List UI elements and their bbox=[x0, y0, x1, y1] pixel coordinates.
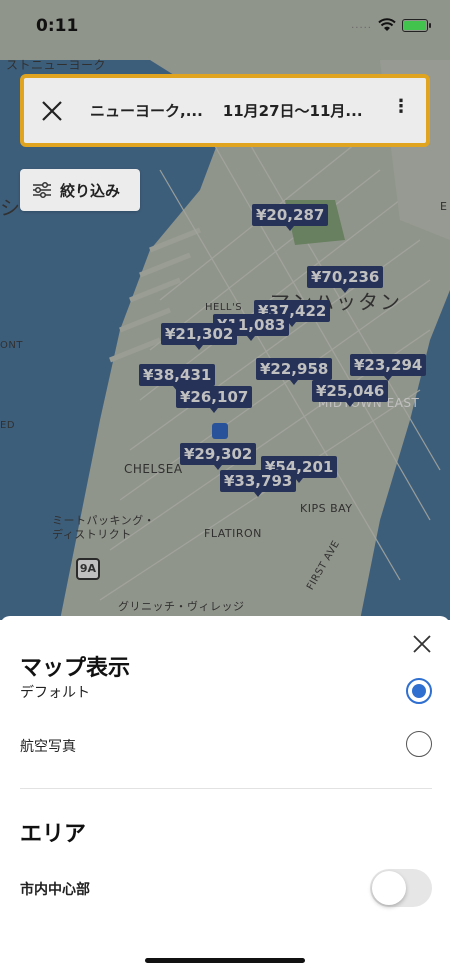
price-marker[interactable]: ¥20,287 bbox=[252, 204, 329, 231]
map-label-edge-e: E bbox=[440, 200, 448, 213]
close-search-button[interactable] bbox=[24, 78, 80, 143]
price-marker[interactable]: ¥22,958 bbox=[256, 358, 333, 385]
option-default-radio[interactable] bbox=[406, 678, 432, 704]
signal-dots-icon: ..... bbox=[351, 19, 372, 31]
option-aerial-label[interactable]: 航空写真 bbox=[20, 736, 76, 756]
option-default-label[interactable]: デフォルト bbox=[20, 682, 90, 702]
home-indicator bbox=[145, 958, 305, 963]
map-label-greenwich: グリニッチ・ヴィレッジ bbox=[118, 600, 245, 613]
area-title: エリア bbox=[20, 822, 87, 847]
map-label-meatpacking: ミートパッキング・ ディストリクト bbox=[52, 514, 156, 541]
filter-sliders-icon bbox=[33, 181, 51, 199]
map-label-edge-shi: シ bbox=[0, 196, 22, 220]
search-location[interactable]: ニューヨーク,... bbox=[90, 100, 203, 121]
price-marker[interactable]: ¥26,107 bbox=[176, 386, 253, 413]
wifi-icon bbox=[378, 18, 396, 31]
map-label-ed: ED bbox=[0, 420, 16, 431]
price-marker[interactable]: ¥38,431 bbox=[139, 364, 216, 391]
status-icons: ..... bbox=[351, 18, 431, 32]
map-label-ont: ONT bbox=[0, 340, 23, 351]
close-icon bbox=[42, 100, 62, 121]
map-label-top: ストニューヨーク bbox=[6, 58, 107, 72]
battery-icon bbox=[402, 18, 431, 32]
price-marker[interactable]: ¥25,046 bbox=[312, 380, 389, 407]
filter-label: 絞り込み bbox=[60, 181, 121, 200]
price-marker[interactable]: ¥23,294 bbox=[350, 354, 427, 381]
price-marker[interactable]: ¥29,302 bbox=[180, 443, 257, 470]
map-label-kips-bay: KIPS BAY bbox=[300, 502, 353, 515]
status-bar: 0:11 ..... bbox=[0, 0, 450, 50]
filter-button[interactable]: 絞り込み bbox=[20, 169, 140, 211]
price-marker[interactable]: ¥70,236 bbox=[307, 266, 384, 293]
option-aerial-radio[interactable] bbox=[406, 731, 432, 757]
map-label-chelsea: CHELSEA bbox=[124, 462, 183, 476]
downtown-toggle[interactable] bbox=[370, 869, 432, 907]
more-options-icon[interactable]: ⋮ bbox=[392, 96, 410, 117]
subway-icon bbox=[212, 423, 228, 439]
map-label-hells: HELL'S bbox=[205, 302, 243, 313]
map-options-sheet: マップ表示 デフォルト 航空写真 エリア 市内中心部 bbox=[0, 616, 450, 972]
search-summary-bar[interactable]: ニューヨーク,... 11月27日〜11月... ⋮ bbox=[20, 74, 430, 147]
close-sheet-button[interactable] bbox=[412, 634, 432, 658]
area-option-label: 市内中心部 bbox=[20, 882, 90, 898]
map-label-flatiron: FLATIRON bbox=[204, 527, 262, 540]
route-9a-shield: 9A bbox=[76, 558, 100, 580]
section-divider bbox=[20, 788, 432, 789]
search-dates[interactable]: 11月27日〜11月... bbox=[223, 100, 363, 121]
status-time: 0:11 bbox=[36, 16, 79, 36]
close-icon bbox=[413, 635, 431, 653]
price-marker[interactable]: ¥21,302 bbox=[161, 323, 238, 350]
price-marker[interactable]: ¥33,793 bbox=[220, 470, 297, 497]
map-display-title: マップ表示 bbox=[20, 656, 131, 681]
